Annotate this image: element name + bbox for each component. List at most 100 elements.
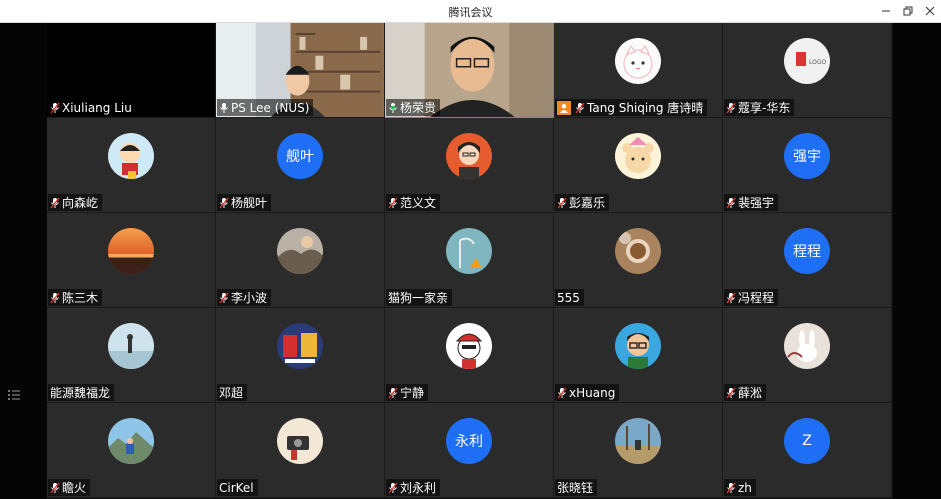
participant-tile[interactable]: 程程 冯程程 — [723, 213, 892, 308]
mic-muted-icon — [50, 292, 60, 303]
participant-name: 薛淞 — [738, 386, 763, 400]
mic-muted-icon — [575, 102, 585, 113]
participant-tile[interactable]: 瞻火 — [47, 403, 216, 498]
participant-name-tag: 能源魏福龙 — [48, 384, 115, 401]
participant-name-tag: PS Lee (NUS) — [217, 99, 314, 116]
minimize-icon — [882, 10, 890, 12]
camera-avatar — [277, 418, 323, 464]
participant-tile[interactable]: LOGO 蔻享-华东 — [723, 23, 892, 118]
participant-name: Xiuliang Liu — [62, 100, 132, 115]
participant-name-tag: 陈三木 — [48, 289, 103, 306]
participant-tile[interactable]: 张晓钰 — [554, 403, 723, 498]
participant-tile[interactable]: CirKel — [216, 403, 385, 498]
participant-name-tag: 杨荣贵 — [386, 99, 441, 116]
participant-tile[interactable]: PS Lee (NUS) — [216, 23, 385, 118]
participant-name: 宁静 — [400, 386, 425, 400]
participant-name: 刘永利 — [400, 481, 437, 495]
participant-tile[interactable]: 强宇 裴强宇 — [723, 118, 892, 213]
participant-tile[interactable]: Zzh — [723, 403, 892, 498]
mic-muted-icon — [557, 197, 567, 208]
participant-tile[interactable]: 薛淞 — [723, 308, 892, 403]
logo-avatar: LOGO — [784, 38, 830, 84]
restore-button[interactable] — [898, 2, 918, 20]
participant-tile[interactable]: 永利刘永利 — [385, 403, 554, 498]
participant-name: CirKel — [219, 480, 254, 495]
participant-tile[interactable]: Xiuliang Liu — [47, 23, 216, 118]
mic-muted-icon — [50, 197, 60, 208]
participant-name-tag: 刘永利 — [386, 479, 441, 496]
participant-name-tag: zh — [724, 479, 756, 496]
mic-muted-icon — [50, 482, 60, 493]
mic-muted-icon — [50, 102, 60, 114]
participant-tile[interactable]: 能源魏福龙 — [47, 308, 216, 403]
member-list-toggle[interactable] — [6, 387, 22, 403]
participant-tile[interactable]: Tang Shiqing 唐诗晴 — [554, 23, 723, 118]
mic-icon — [388, 102, 398, 114]
mic-icon — [220, 102, 228, 113]
participant-name-tag: xHuang — [555, 384, 620, 401]
avatar: 强宇 — [784, 133, 830, 179]
cartoon-boy-avatar — [108, 133, 154, 179]
mic-muted-icon — [50, 292, 60, 304]
movie-poster-avatar — [277, 323, 323, 369]
mic-speaking-icon — [389, 102, 397, 113]
participant-tile[interactable]: 彭嘉乐 — [554, 118, 723, 213]
mic-muted-icon — [726, 292, 736, 304]
participant-name: 555 — [557, 290, 580, 305]
landscape-avatar — [277, 228, 323, 274]
participant-tile[interactable]: 李小波 — [216, 213, 385, 308]
participant-tile[interactable]: 杨荣贵 — [385, 23, 554, 118]
participant-name: 杨荣贵 — [400, 101, 437, 115]
participant-name: 瞻火 — [62, 481, 87, 495]
mic-muted-icon — [726, 292, 736, 303]
mic-muted-icon — [388, 197, 398, 208]
participant-tile[interactable]: 邓超 — [216, 308, 385, 403]
list-icon — [8, 390, 20, 400]
mic-muted-icon — [219, 197, 229, 208]
close-button[interactable] — [920, 2, 940, 20]
participant-name: 李小波 — [231, 291, 268, 305]
mic-muted-icon — [726, 387, 736, 398]
mic-muted-icon — [388, 197, 398, 209]
participant-name-tag: 彭嘉乐 — [555, 194, 610, 211]
participant-name-tag: Tang Shiqing 唐诗晴 — [555, 99, 708, 116]
glasses-man-avatar — [615, 323, 661, 369]
participant-name: zh — [738, 480, 752, 495]
mic-muted-icon — [388, 482, 398, 493]
participant-tile[interactable]: 猫狗一家亲 — [385, 213, 554, 308]
participant-name-tag: CirKel — [217, 479, 258, 496]
participant-name: 杨舰叶 — [231, 196, 268, 210]
participant-name-tag: 冯程程 — [724, 289, 779, 306]
participant-name-tag: 范义文 — [386, 194, 441, 211]
mic-muted-icon — [219, 292, 229, 304]
mic-muted-icon — [388, 387, 398, 398]
mic-muted-icon — [726, 197, 736, 208]
mic-muted-icon — [726, 102, 736, 114]
participant-name-tag: 555 — [555, 289, 584, 306]
participant-grid: Xiuliang Liu PS Lee (NUS) 杨荣贵 Tang Shiqing … — [47, 23, 893, 499]
avatar: 永利 — [446, 418, 492, 464]
participant-tile[interactable]: 舰叶 杨舰叶 — [216, 118, 385, 213]
participant-tile[interactable]: 555 — [554, 213, 723, 308]
coffee-avatar — [615, 228, 661, 274]
participant-tile[interactable]: 陈三木 — [47, 213, 216, 308]
participant-tile[interactable]: 向森屹 — [47, 118, 216, 213]
mic-muted-icon — [219, 292, 229, 303]
minimize-button[interactable] — [876, 2, 896, 20]
anime-boy-avatar — [446, 133, 492, 179]
participant-name: 范义文 — [400, 196, 437, 210]
participant-tile[interactable]: 范义文 — [385, 118, 554, 213]
rabbit-avatar — [784, 323, 830, 369]
participant-name: 张晓钰 — [557, 481, 594, 495]
mic-muted-icon — [50, 482, 60, 494]
mic-muted-icon — [726, 102, 736, 113]
svg-text:LOGO: LOGO — [809, 59, 827, 66]
title-bar: 腾讯会议 — [0, 0, 941, 23]
participant-name-tag: 裴强宇 — [724, 194, 779, 211]
participant-tile[interactable]: 宁静 — [385, 308, 554, 403]
participant-name-tag: 张晓钰 — [555, 479, 598, 496]
restore-icon — [903, 6, 913, 16]
mic-muted-icon — [726, 387, 736, 399]
participant-tile[interactable]: xHuang — [554, 308, 723, 403]
mic-muted-icon — [557, 197, 567, 209]
